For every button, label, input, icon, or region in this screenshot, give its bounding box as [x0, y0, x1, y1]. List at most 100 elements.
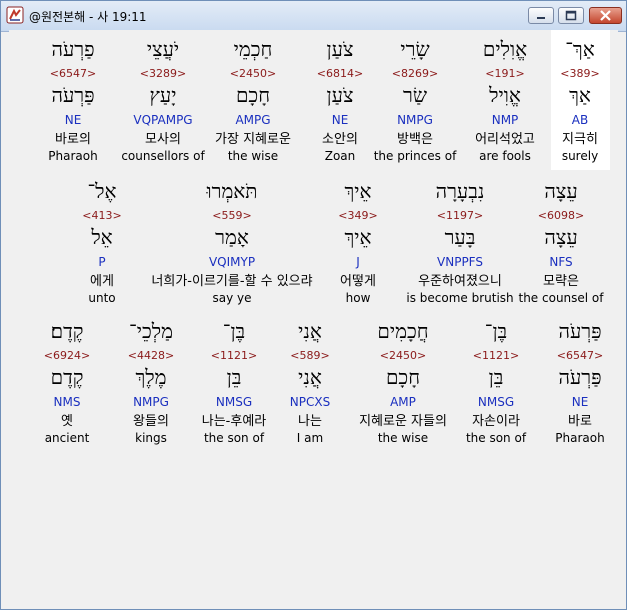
parsing-code: NPCXS: [289, 395, 331, 409]
english-gloss: the wise: [227, 149, 279, 163]
strong-number[interactable]: <4428>: [128, 350, 174, 362]
korean-gloss: 바로의: [55, 132, 91, 147]
hebrew-root: צֹעַן: [326, 83, 354, 107]
korean-gloss: 옛: [61, 414, 73, 429]
korean-gloss: 어리석었고: [475, 132, 535, 147]
parsing-code: NMP: [491, 113, 519, 127]
hebrew-word: חֲכָמִים: [377, 319, 429, 343]
strong-number[interactable]: <589>: [290, 350, 329, 362]
parsing-code: AMPG: [235, 113, 271, 127]
english-gloss: is become brutish: [406, 291, 514, 305]
parsing-code: NE: [64, 113, 82, 127]
hebrew-word: תֹּאמְרוּ: [206, 179, 258, 203]
strong-number[interactable]: <6547>: [50, 68, 96, 80]
hebrew-word: בֶּן־: [484, 319, 508, 343]
hebrew-root: אֱוִיל: [489, 83, 521, 107]
parsing-code: NMS: [53, 395, 81, 409]
hebrew-root: אֲנִי: [298, 365, 322, 389]
hebrew-root: שַׂר: [403, 83, 427, 107]
parsing-code: AMP: [390, 395, 416, 409]
hebrew-word: חַכְמֵי: [233, 37, 273, 61]
strong-number[interactable]: <413>: [82, 210, 121, 222]
korean-gloss: 지혜로운 자들의: [359, 414, 447, 429]
hebrew-root: אֵל: [91, 225, 113, 249]
parsing-code: NMPG: [133, 395, 169, 409]
strong-number[interactable]: <3289>: [140, 68, 186, 80]
hebrew-word: נִבְעָרָה: [435, 179, 485, 203]
korean-gloss: 너희가-이르기를-할 수 있으랴: [151, 274, 313, 289]
korean-gloss: 어떻게: [340, 274, 376, 289]
english-gloss: say ye: [212, 291, 252, 305]
hebrew-root: אֵיךְ: [344, 225, 372, 249]
english-gloss: the wise: [377, 431, 429, 445]
hebrew-word: אֱוִלִים: [482, 37, 528, 61]
strong-number[interactable]: <191>: [485, 68, 524, 80]
strong-number[interactable]: <6547>: [557, 350, 603, 362]
strong-number[interactable]: <6814>: [317, 68, 363, 80]
strong-number[interactable]: <8269>: [392, 68, 438, 80]
korean-gloss: 에게: [90, 274, 114, 289]
close-button[interactable]: [589, 7, 622, 24]
title-bar[interactable]: @원전본해 - 사 19:11: [1, 1, 626, 32]
english-gloss: how: [345, 291, 371, 305]
hebrew-word: אֲנִי: [298, 319, 322, 343]
korean-gloss: 왕들의: [133, 414, 169, 429]
strong-number[interactable]: <2450>: [380, 350, 426, 362]
maximize-button[interactable]: [558, 7, 584, 24]
interlinear-pane: אַךְ־ <389> אַךְ AB 지극히 surely אֱוִלִים <191> אֱ…: [9, 30, 618, 601]
hebrew-root: חָכָם: [385, 365, 421, 389]
strong-number[interactable]: <1121>: [211, 350, 257, 362]
hebrew-root: פַּרְעֹה: [51, 83, 95, 107]
strong-number[interactable]: <2450>: [230, 68, 276, 80]
hebrew-word: שָׂרֵי: [400, 37, 430, 61]
strong-number[interactable]: <389>: [560, 68, 599, 80]
hebrew-word: אֶל־: [87, 179, 117, 203]
minimize-button[interactable]: [528, 7, 554, 24]
hebrew-word: אַךְ־: [565, 37, 595, 61]
app-window: @원전본해 - 사 19:11 אַךְ־ <389> אַךְ AB 지극히 surel…: [0, 0, 627, 610]
english-gloss: Pharaoh: [48, 149, 98, 163]
english-gloss: unto: [88, 291, 116, 305]
english-gloss: Pharaoh: [555, 431, 605, 445]
parsing-code: NFS: [549, 255, 573, 269]
status-bar: [9, 601, 618, 608]
hebrew-word: אֵיךְ: [344, 179, 372, 203]
strong-number[interactable]: <1121>: [473, 350, 519, 362]
strong-number[interactable]: <1197>: [437, 210, 483, 222]
english-gloss: I am: [296, 431, 324, 445]
strong-number[interactable]: <6098>: [538, 210, 584, 222]
strong-number[interactable]: <349>: [338, 210, 377, 222]
parsing-code: VNPPFS: [437, 255, 483, 269]
english-gloss: the counsel of: [518, 291, 604, 305]
english-gloss: the son of: [465, 431, 527, 445]
hebrew-root: פַּרְעֹה: [558, 365, 602, 389]
english-gloss: kings: [135, 431, 167, 445]
strong-number[interactable]: <6924>: [44, 350, 90, 362]
parsing-code: VQPAMPG: [133, 113, 193, 127]
parsing-code: VQIMYP: [208, 255, 256, 269]
hebrew-root: אָמַר: [215, 225, 249, 249]
strong-number[interactable]: <559>: [212, 210, 251, 222]
parsing-code: AB: [571, 113, 589, 127]
maximize-icon: [565, 10, 577, 21]
english-gloss: ancient: [44, 431, 90, 445]
korean-gloss: 지극히: [562, 132, 598, 147]
english-gloss: surely: [561, 149, 599, 163]
english-gloss: Zoan: [324, 149, 356, 163]
korean-gloss: 나는: [298, 414, 322, 429]
hebrew-root: בֵּן: [226, 365, 242, 389]
parsing-code: NMSG: [477, 395, 515, 409]
english-gloss: are fools: [479, 149, 531, 163]
parsing-code: J: [356, 255, 360, 269]
parsing-code: NMPG: [397, 113, 433, 127]
hebrew-root: יָעַץ: [149, 83, 177, 107]
parsing-code: NMSG: [215, 395, 253, 409]
korean-gloss: 자손이라: [472, 414, 520, 429]
korean-gloss: 소안의: [322, 132, 358, 147]
hebrew-word: קֶדֶם׃: [50, 319, 84, 343]
korean-gloss: 우준하여졌으니: [418, 274, 502, 289]
hebrew-root: עֵצָה: [544, 225, 578, 249]
hebrew-root: חָכָם: [235, 83, 271, 107]
hebrew-word: פַרְעֹה: [51, 37, 95, 61]
close-icon: [600, 10, 611, 21]
